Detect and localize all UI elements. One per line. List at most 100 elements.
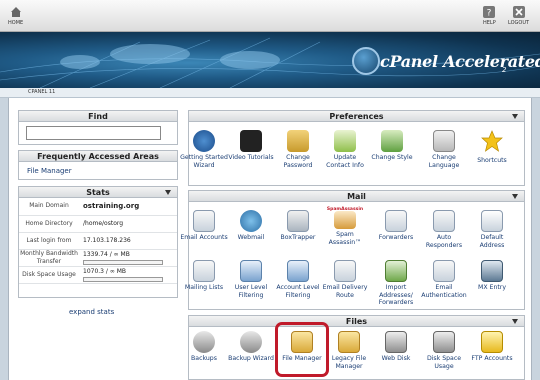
home-label: HOME xyxy=(8,20,24,26)
icon-label: Import Addresses/ Forwarders xyxy=(378,284,414,306)
icon-label: Change Style xyxy=(371,154,413,161)
change-style-button[interactable]: Change Style xyxy=(368,130,416,162)
webmail-button[interactable]: Webmail xyxy=(227,210,275,242)
collapse-arrow-icon[interactable] xyxy=(512,114,518,119)
mx-entry-button[interactable]: MX Entry xyxy=(468,260,516,292)
cpanel-logo: cPanel Accelerated 2 xyxy=(352,44,540,84)
import-icon xyxy=(385,260,407,282)
bandwidth-bar xyxy=(83,259,163,265)
icon-label: Change Password xyxy=(283,154,313,169)
favorite-file-manager[interactable]: File Manager xyxy=(27,167,72,175)
stat-value: /home/ostorg xyxy=(79,215,177,233)
legacy-file-manager-button[interactable]: Legacy File Manager xyxy=(325,331,373,370)
home-button[interactable]: HOME xyxy=(8,6,23,26)
stat-value: ostraining.org xyxy=(79,198,177,216)
icon-label: MX Entry xyxy=(477,284,506,291)
filter-icon xyxy=(240,260,262,282)
stat-label: Last login from xyxy=(19,232,79,250)
find-title: Find xyxy=(19,111,177,122)
icon-label: Disk Space Usage xyxy=(426,355,462,370)
backup-wizard-icon xyxy=(240,331,262,353)
svg-text:?: ? xyxy=(487,9,492,19)
find-box: Find xyxy=(18,110,178,145)
stats-header: Stats xyxy=(19,187,177,198)
collapse-arrow-icon[interactable] xyxy=(512,319,518,324)
table-row: Main Domain ostraining.org xyxy=(19,198,177,216)
icon-label: Web Disk xyxy=(381,355,411,362)
favorites-box: Frequently Accessed Areas File Manager xyxy=(18,150,178,180)
stats-table: Main Domain ostraining.org Home Directory… xyxy=(19,198,177,284)
home-icon xyxy=(10,7,21,17)
forwarders-button[interactable]: Forwarders xyxy=(372,210,420,242)
files-header: Files xyxy=(189,316,524,327)
backup-disk-icon xyxy=(193,331,215,353)
collapse-arrow-icon[interactable] xyxy=(165,190,171,195)
auto-responders-button[interactable]: Auto Responders xyxy=(420,210,468,249)
boxtrapper-icon xyxy=(287,210,309,232)
shortcuts-button[interactable]: Shortcuts xyxy=(468,130,516,164)
ftp-accounts-button[interactable]: FTP Accounts xyxy=(468,331,516,363)
video-tutorials-button[interactable]: Video Tutorials xyxy=(227,130,275,162)
envelope-icon xyxy=(193,210,215,232)
icon-label: Webmail xyxy=(237,234,265,241)
disk-bar xyxy=(83,276,163,282)
change-language-button[interactable]: Change Language xyxy=(420,130,468,169)
auto-reply-icon xyxy=(433,210,455,232)
icon-label: Backups xyxy=(191,355,217,362)
play-icon xyxy=(193,130,215,152)
logo-text: cPanel Accelerated xyxy=(380,52,540,71)
help-button[interactable]: ? HELP xyxy=(483,6,496,26)
default-address-button[interactable]: Default Address xyxy=(468,210,516,249)
update-contact-info-button[interactable]: Update Contact Info xyxy=(321,130,369,169)
stats-box: Stats Main Domain ostraining.org Home Dir… xyxy=(18,186,178,298)
style-icon xyxy=(381,130,403,152)
backup-wizard-button[interactable]: Backup Wizard xyxy=(227,331,275,363)
web-disk-button[interactable]: Web Disk xyxy=(372,331,420,363)
breadcrumb[interactable]: CPANEL 11 xyxy=(28,89,55,95)
favorites-title: Frequently Accessed Areas xyxy=(19,151,177,162)
find-input[interactable] xyxy=(26,126,161,140)
mailing-list-icon xyxy=(193,260,215,282)
logout-button[interactable]: LOGOUT xyxy=(508,6,529,26)
spam-assassin-button[interactable]: SpamAssassin Spam Assassin™ xyxy=(321,206,369,246)
backups-button[interactable]: Backups xyxy=(180,331,228,363)
getting-started-wizard-button[interactable]: Getting Started Wizard xyxy=(180,130,228,169)
email-accounts-button[interactable]: Email Accounts xyxy=(180,210,228,242)
icon-label: Legacy File Manager xyxy=(331,355,367,370)
logo-version: 2 xyxy=(502,66,507,74)
stats-title: Stats xyxy=(86,188,110,197)
mailing-lists-button[interactable]: Mailing Lists xyxy=(180,260,228,292)
user-level-filtering-button[interactable]: User Level Filtering xyxy=(227,260,275,299)
language-icon xyxy=(433,130,455,152)
stat-label: Monthly Bandwidth Transfer xyxy=(19,249,79,267)
mail-title: Mail xyxy=(347,192,366,201)
boxtrapper-button[interactable]: BoxTrapper xyxy=(274,210,322,242)
icon-label: Mailing Lists xyxy=(184,284,224,291)
disk-space-usage-button[interactable]: Disk Space Usage xyxy=(420,331,468,370)
logo-emblem xyxy=(352,47,380,75)
help-icon: ? xyxy=(483,6,496,19)
icon-label: Getting Started Wizard xyxy=(180,154,228,169)
email-authentication-button[interactable]: Email Authentication xyxy=(420,260,468,299)
logout-label: LOGOUT xyxy=(508,20,530,26)
legacy-folder-icon xyxy=(338,331,360,353)
icon-label: Update Contact Info xyxy=(326,154,364,169)
change-password-button[interactable]: Change Password xyxy=(274,130,322,169)
email-delivery-route-button[interactable]: Email Delivery Route xyxy=(321,260,369,299)
server-icon xyxy=(481,260,503,282)
breadcrumb-bar: CPANEL 11 xyxy=(0,88,540,98)
expand-stats-link[interactable]: expand stats xyxy=(69,308,114,316)
account-level-filtering-button[interactable]: Account Level Filtering xyxy=(274,260,322,299)
default-address-icon xyxy=(481,210,503,232)
icon-label: Default Address xyxy=(479,234,505,249)
disk-usage-icon xyxy=(433,331,455,353)
table-row: Disk Space Usage 1070.3 / ∞ MB xyxy=(19,266,177,284)
account-filter-icon xyxy=(287,260,309,282)
icon-label: Forwarders xyxy=(378,234,414,241)
disk-value: 1070.3 / ∞ MB xyxy=(83,267,127,275)
help-label: HELP xyxy=(483,20,496,26)
icon-label: Email Authentication xyxy=(421,284,467,299)
import-addresses-button[interactable]: Import Addresses/ Forwarders xyxy=(372,260,420,307)
collapse-arrow-icon[interactable] xyxy=(512,194,518,199)
icon-label: Change Language xyxy=(428,154,460,169)
